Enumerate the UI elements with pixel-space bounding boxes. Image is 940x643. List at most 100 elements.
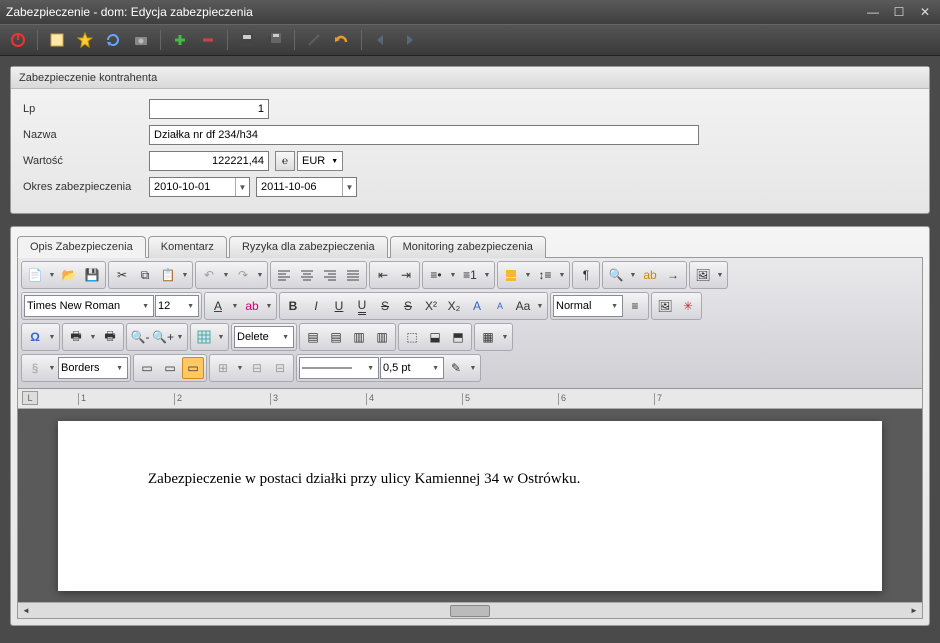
style-gallery-icon[interactable]: ≡ — [624, 295, 646, 317]
borders-menu[interactable]: Borders▼ — [58, 357, 128, 379]
dropdown-icon[interactable]: ▼ — [448, 272, 458, 279]
tab-monitoring[interactable]: Monitoring zabezpieczenia — [390, 236, 546, 258]
tab-opis[interactable]: Opis Zabezpieczenia — [17, 236, 146, 258]
currency-select[interactable]: EUR ▼ — [297, 151, 343, 171]
distribute-rows-icon[interactable]: ⊟ — [246, 357, 268, 379]
dropdown-icon[interactable]: ▼ — [230, 303, 240, 310]
insert-col-left-icon[interactable]: ▥ — [348, 326, 370, 348]
dropdown-icon[interactable]: ▼ — [47, 272, 57, 279]
line-spacing-icon[interactable]: ↕≡ — [534, 264, 556, 286]
chevron-down-icon[interactable]: ▼ — [342, 178, 356, 196]
zoom-in-icon[interactable]: 🔍+ — [152, 326, 174, 348]
pen-color-icon[interactable]: ✎ — [445, 357, 467, 379]
autofit-icon[interactable]: ⊞ — [212, 357, 234, 379]
date-to-field[interactable]: ▼ — [256, 177, 357, 197]
undo-editor-icon[interactable]: ↶ — [198, 264, 220, 286]
maximize-button[interactable]: ☐ — [890, 5, 908, 19]
lp-input[interactable] — [149, 99, 269, 119]
justify-icon[interactable] — [342, 264, 364, 286]
insert-picture-icon[interactable]: 🖼 — [692, 264, 714, 286]
dropdown-icon[interactable]: ▼ — [47, 365, 57, 372]
italic-icon[interactable]: I — [305, 295, 327, 317]
bullets-icon[interactable]: ≡• — [425, 264, 447, 286]
align-left-icon[interactable] — [273, 264, 295, 286]
change-case-icon[interactable]: Aa — [512, 295, 534, 317]
merge-cells-icon[interactable]: ⬚ — [401, 326, 423, 348]
minimize-button[interactable]: — — [864, 5, 882, 19]
insert-object-icon[interactable]: ✳ — [677, 295, 699, 317]
forward-icon[interactable] — [397, 28, 421, 52]
scroll-left-icon[interactable]: ◄ — [18, 604, 34, 618]
plus-icon[interactable] — [168, 28, 192, 52]
outdent-icon[interactable]: ⇤ — [372, 264, 394, 286]
dropdown-icon[interactable]: ▼ — [264, 303, 274, 310]
view-normal-icon[interactable]: ▭ — [136, 357, 158, 379]
date-to-input[interactable] — [257, 178, 342, 196]
dropdown-icon[interactable]: ▼ — [235, 365, 245, 372]
cut-icon[interactable]: ✂ — [111, 264, 133, 286]
dropdown-icon[interactable]: ▼ — [88, 334, 98, 341]
open-icon[interactable]: 📂 — [58, 264, 80, 286]
dropdown-icon[interactable]: ▼ — [47, 334, 57, 341]
date-from-input[interactable] — [150, 178, 235, 196]
paste-icon[interactable]: 📋 — [157, 264, 179, 286]
font-size-select[interactable]: 12▼ — [155, 295, 199, 317]
dropdown-icon[interactable]: ▼ — [221, 272, 231, 279]
insert-col-right-icon[interactable]: ▥ — [371, 326, 393, 348]
bold-icon[interactable]: B — [282, 295, 304, 317]
redo-editor-icon[interactable]: ↷ — [232, 264, 254, 286]
dropdown-icon[interactable]: ▼ — [715, 272, 725, 279]
document-page[interactable]: Zabezpieczenie w postaci działki przy ul… — [58, 421, 882, 591]
style-select[interactable]: Normal▼ — [553, 295, 623, 317]
currency-picker-icon[interactable]: ℮ — [275, 151, 295, 171]
edit-icon[interactable] — [302, 28, 326, 52]
dropdown-icon[interactable]: ▼ — [523, 272, 533, 279]
split-table-icon[interactable]: ⬒ — [447, 326, 469, 348]
dropdown-icon[interactable]: ▼ — [216, 334, 226, 341]
align-center-icon[interactable] — [296, 264, 318, 286]
dropdown-icon[interactable]: ▼ — [180, 272, 190, 279]
camera-icon[interactable] — [129, 28, 153, 52]
split-cells-icon[interactable]: ⬓ — [424, 326, 446, 348]
scroll-right-icon[interactable]: ► — [906, 604, 922, 618]
symbol-icon[interactable]: Ω — [24, 326, 46, 348]
note-icon[interactable] — [45, 28, 69, 52]
insert-row-above-icon[interactable]: ▤ — [302, 326, 324, 348]
double-underline-icon[interactable]: U — [351, 295, 373, 317]
date-from-field[interactable]: ▼ — [149, 177, 250, 197]
numbering-icon[interactable]: ≡1 — [459, 264, 481, 286]
dropdown-icon[interactable]: ▼ — [255, 272, 265, 279]
insert-row-below-icon[interactable]: ▤ — [325, 326, 347, 348]
subscript-icon[interactable]: X₂ — [443, 295, 465, 317]
horizontal-scrollbar[interactable]: ◄ ► — [18, 602, 922, 618]
nazwa-input[interactable] — [149, 125, 699, 145]
save-doc-icon[interactable]: 💾 — [81, 264, 103, 286]
power-icon[interactable] — [6, 28, 30, 52]
horizontal-ruler[interactable]: L 1 2 3 4 5 6 7 — [18, 389, 922, 409]
indent-icon[interactable]: ⇥ — [395, 264, 417, 286]
save-icon[interactable] — [235, 28, 259, 52]
zoom-out-icon[interactable]: 🔍- — [129, 326, 151, 348]
star-icon[interactable] — [73, 28, 97, 52]
header-footer-icon[interactable]: § — [24, 357, 46, 379]
close-button[interactable]: ✕ — [916, 5, 934, 19]
strike-icon[interactable]: S — [374, 295, 396, 317]
fill-color-icon[interactable] — [500, 264, 522, 286]
align-right-icon[interactable] — [319, 264, 341, 286]
dropdown-icon[interactable]: ▼ — [500, 334, 510, 341]
cell-align-icon[interactable]: ▦ — [477, 326, 499, 348]
dropdown-icon[interactable]: ▼ — [628, 272, 638, 279]
print-icon[interactable]: 🖶 — [65, 326, 87, 348]
superscript-icon[interactable]: X² — [420, 295, 442, 317]
dropdown-icon[interactable]: ▼ — [535, 303, 545, 310]
document-scroll[interactable]: Zabezpieczenie w postaci działki przy ul… — [18, 409, 922, 602]
dropdown-icon[interactable]: ▼ — [175, 334, 185, 341]
undo-icon[interactable] — [330, 28, 354, 52]
refresh-icon[interactable] — [101, 28, 125, 52]
copy-icon[interactable]: ⧉ — [134, 264, 156, 286]
tab-komentarz[interactable]: Komentarz — [148, 236, 227, 258]
shrink-font-icon[interactable]: A — [489, 295, 511, 317]
font-select[interactable]: Times New Roman▼ — [24, 295, 154, 317]
highlight-icon[interactable]: ab — [241, 295, 263, 317]
paragraph-icon[interactable]: ¶ — [575, 264, 597, 286]
